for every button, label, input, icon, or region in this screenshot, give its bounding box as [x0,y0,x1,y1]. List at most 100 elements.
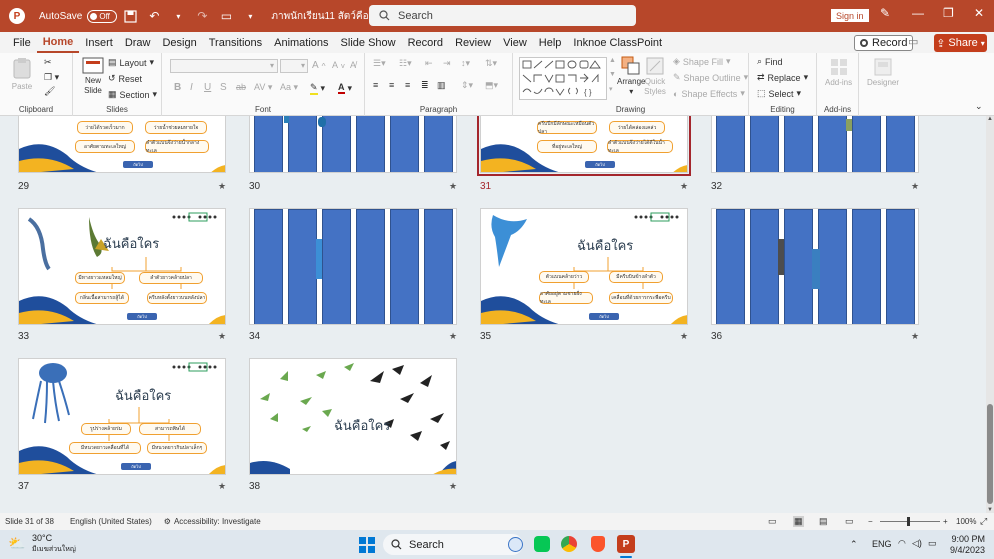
zoom-slider[interactable] [880,517,940,526]
language-indicator[interactable]: English (United States) [70,517,152,526]
volume-icon[interactable]: ◁) [912,538,922,549]
maximize-icon[interactable]: ❐ [943,6,954,20]
wifi-icon[interactable]: ◠ [898,538,906,549]
smartart-icon[interactable]: ⬒▾ [485,80,498,91]
justify-icon[interactable]: ≣ [421,80,429,91]
shape-effects-button[interactable]: ◐ Shape Effects ▾ [673,88,745,99]
slide-thumbnail[interactable] [249,208,457,325]
windows-start-icon[interactable] [359,537,375,553]
slideshow-view-icon[interactable]: ▭ [845,516,854,527]
weather-icon[interactable]: ⛅ [8,535,25,552]
tab-draw[interactable]: Draw [119,32,157,53]
paste-button[interactable]: Paste [10,56,34,92]
increase-font-icon[interactable]: A ^ [312,60,326,71]
slide-thumbnail[interactable] [249,116,457,173]
tab-design[interactable]: Design [156,32,202,53]
reading-view-icon[interactable]: ▤ [819,516,828,527]
tab-view[interactable]: View [497,32,533,53]
close-icon[interactable]: ✕ [974,6,984,20]
shape-outline-button[interactable]: ✎ Shape Outline ▾ [673,72,748,83]
search-box[interactable]: Search [369,5,636,26]
align-left-icon[interactable]: ≡ [373,80,378,90]
tab-review[interactable]: Review [449,32,497,53]
tab-record[interactable]: Record [402,32,449,53]
tab-animations[interactable]: Animations [268,32,334,53]
tab-help[interactable]: Help [533,32,568,53]
align-right-icon[interactable]: ≡ [405,80,410,90]
undo-icon[interactable]: ↶ [143,6,165,26]
clock[interactable]: 9:00 PM 9/4/2023 [950,534,985,556]
line-spacing-icon[interactable]: ↕▾ [461,58,470,69]
text-direction-icon[interactable]: ⇅▾ [485,58,497,69]
shapes-scroll-icon[interactable]: ▲ [609,57,616,64]
layout-button[interactable]: ▤ Layout ▾ [108,57,154,68]
select-button[interactable]: ⬚ Select ▾ [757,88,801,99]
accessibility-status[interactable]: Accessibility: Investigate [174,517,261,526]
new-slide-button[interactable]: New Slide [78,56,108,96]
bold-icon[interactable]: B [174,82,181,93]
slide-thumbnail[interactable]: ฉันคือใคร ตัวแบนคล้ายว่าว มีครีบบินข้างล… [480,208,688,325]
scrollbar-thumb[interactable] [987,404,993,504]
comments-icon[interactable]: ▭ [908,35,928,51]
shapes-more-icon[interactable]: ▾ [609,85,613,93]
powerpoint-taskbar-icon[interactable]: P [617,535,635,553]
align-text-icon[interactable]: ⇕▾ [461,80,473,91]
columns-icon[interactable]: ▥ [437,80,446,91]
tab-slide-show[interactable]: Slide Show [335,32,402,53]
vertical-scrollbar[interactable]: ▲ ▼ [986,116,994,513]
font-name-select[interactable]: ▾ [170,59,278,73]
decrease-indent-icon[interactable]: ⇤ [425,58,433,69]
brave-icon[interactable] [591,536,605,552]
replace-button[interactable]: ⇄ Replace ▾ [757,72,808,83]
designer-button[interactable]: Designer [867,56,899,88]
weather-widget[interactable]: 30°C มีเมฆส่วนใหญ่ [32,533,76,555]
bing-icon[interactable] [508,537,523,552]
fit-to-window-icon[interactable]: ⤢ [980,516,987,527]
slide-thumbnail[interactable]: ว่ายได้รวดเร็วมาก ว่ายน้ำช่วยลมหายใจ อาศ… [18,116,226,173]
tab-home[interactable]: Home [36,32,80,53]
pen-icon[interactable]: ✎ [880,6,890,20]
record-button[interactable]: Record [854,35,914,51]
tab-insert[interactable]: Insert [79,32,119,53]
slide-thumbnail[interactable]: ฉันคือใคร [249,358,457,475]
slide-thumbnail[interactable]: ฉันคือใคร รูปร่างคล้ายร่ม สามารถพิษได้ ม… [18,358,226,475]
zoom-level[interactable]: 100% [956,517,976,526]
save-icon[interactable] [119,6,141,26]
highlight-icon[interactable]: ✎ ▾ [310,82,325,95]
chevron-down-icon[interactable]: ▾ [167,6,189,26]
input-language[interactable]: ENG [872,539,892,549]
slide-thumbnail-selected[interactable]: ครีบปีกมีลักษณะเหมือนตัวปลา ว่ายได้คล่อง… [477,116,691,176]
font-size-select[interactable]: ▾ [280,59,308,73]
addins-button[interactable]: Add-ins [825,56,852,88]
format-painter-icon[interactable]: 🖌 [44,86,55,97]
shapes-gallery[interactable]: { } [519,57,607,100]
sign-in-button[interactable]: Sign in [831,9,869,22]
clear-format-icon[interactable]: A̸ [350,60,356,70]
increase-indent-icon[interactable]: ⇥ [443,58,451,69]
share-button[interactable]: ⇪ Share ▾ [934,34,987,52]
numbering-icon[interactable]: ☷▾ [399,58,412,69]
align-center-icon[interactable]: ≡ [389,80,394,90]
slide-thumbnail[interactable]: ฉันคือใคร มีหางยาวแหลมใหญ่ ลำตัวยาวคล้าย… [18,208,226,325]
find-button[interactable]: ⌕ Find [757,56,783,67]
copy-icon[interactable]: ❐ ▾ [44,72,59,83]
slide-sorter-view-icon[interactable]: ▦ [793,516,804,527]
present-from-start-icon[interactable]: ▭ [215,6,237,26]
normal-view-icon[interactable]: ▭ [768,516,777,527]
underline-icon[interactable]: U [204,82,211,93]
redo-icon[interactable]: ↷ [191,6,213,26]
decrease-font-icon[interactable]: Av [332,60,345,70]
quick-styles-button[interactable]: Quick Styles [641,55,669,97]
line-app-icon[interactable] [534,536,550,552]
bullets-icon[interactable]: ☰▾ [373,58,386,69]
reset-button[interactable]: ↺ Reset [108,73,142,84]
zoom-in-icon[interactable]: + [943,517,948,526]
zoom-out-icon[interactable]: − [868,517,873,526]
minimize-icon[interactable]: — [912,6,924,20]
italic-icon[interactable]: I [190,82,193,93]
shape-fill-button[interactable]: ◈ Shape Fill ▾ [673,56,730,67]
tray-chevron-icon[interactable]: ⌃ [850,539,858,550]
shapes-scroll-icon[interactable]: ▼ [609,71,616,78]
tab-file[interactable]: File [7,32,37,53]
shadow-icon[interactable]: S [220,82,227,93]
